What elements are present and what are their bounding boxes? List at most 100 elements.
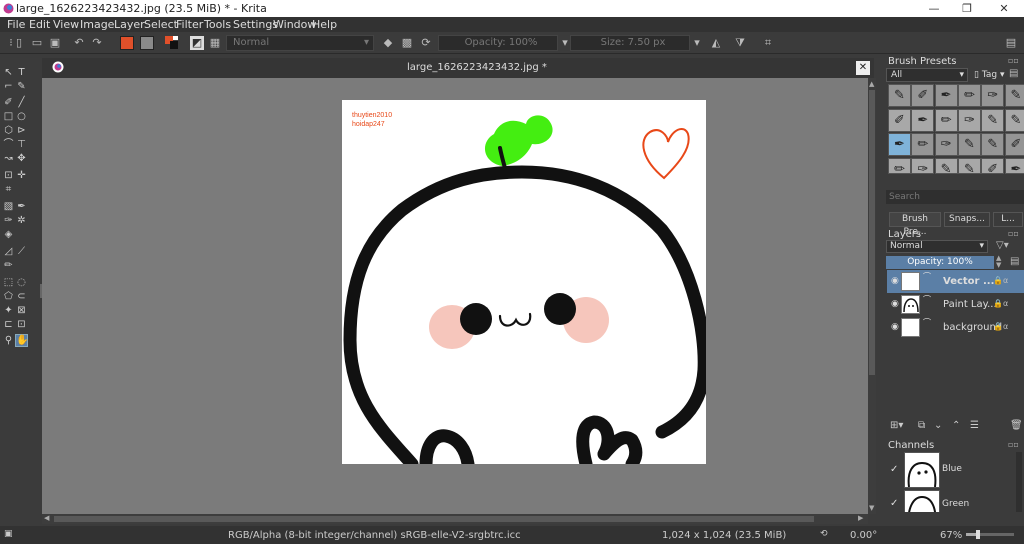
tab-brush-presets[interactable]: Brush Pre... [889, 212, 941, 237]
menu-view[interactable]: View [53, 18, 79, 31]
menu-file[interactable]: File [7, 18, 25, 31]
brush-filter-select[interactable]: All ▾ [886, 68, 968, 82]
eraser-mode-icon[interactable]: ◆ [381, 36, 395, 50]
brush-preset-item[interactable]: ✑ [934, 133, 958, 156]
menu-help[interactable]: Help [312, 18, 337, 31]
brush-preset-item[interactable]: ✎ [957, 157, 981, 174]
bezier-selection-tool-icon[interactable]: ⊏ [3, 319, 14, 330]
transform-tool-icon[interactable]: ⊡ [3, 170, 14, 181]
color-swap-icon[interactable] [165, 36, 179, 50]
preserve-alpha-icon[interactable]: ▩ [400, 36, 414, 50]
multibrush-tool-icon[interactable]: ✥ [16, 153, 27, 164]
reference-images-tool-icon[interactable]: ✏ [3, 260, 14, 271]
scroll-left-icon[interactable]: ◀ [44, 514, 49, 522]
freehand-path-tool-icon[interactable]: ⊤ [16, 139, 27, 150]
vertical-scrollbar[interactable]: ▲ ▼ [868, 78, 876, 514]
layer-row-vector[interactable]: ◉ ⌒ Vector ... 🔒α [887, 270, 1024, 293]
contiguous-selection-tool-icon[interactable]: ✦ [3, 305, 14, 316]
brush-preset-item[interactable]: ✐ [888, 108, 911, 132]
save-document-icon[interactable]: ▣ [48, 36, 62, 50]
visibility-eye-icon[interactable]: ◉ [891, 299, 899, 309]
mirror-vertical-icon[interactable]: ⧩ [733, 36, 747, 50]
assistant-tool-icon[interactable]: ◿ [3, 246, 14, 257]
layer-row-paint[interactable]: ◉ ⌒ Paint Lay... 🔒α [887, 293, 1024, 316]
menu-settings[interactable]: Settings [233, 18, 278, 31]
brush-preset-item[interactable]: ✒ [934, 84, 958, 107]
brush-preset-item[interactable]: ✑ [957, 108, 981, 132]
layer-name[interactable]: Paint Lay... [943, 299, 997, 310]
brush-preset-item[interactable]: ✐ [981, 157, 1005, 174]
brush-preset-item[interactable]: ✒ [1004, 157, 1024, 174]
layers-docker-float-icon[interactable]: ▫▫ [1008, 229, 1019, 238]
brush-search-input[interactable]: Search [886, 190, 1024, 204]
brush-preset-item[interactable]: ✎ [1004, 108, 1024, 132]
wrap-around-icon[interactable]: ⌗ [761, 36, 775, 50]
layer-options-icon[interactable]: ☰ [970, 420, 979, 431]
document-tab-title[interactable]: large_1626223423432.jpg * [407, 62, 547, 73]
workspace-chooser-icon[interactable]: ▤ [1004, 36, 1018, 50]
brush-preset-item[interactable]: ✐ [1004, 133, 1024, 156]
dynamic-brush-tool-icon[interactable]: ↝ [3, 153, 14, 164]
line-tool-icon[interactable]: ╱ [16, 97, 27, 108]
text-tool-icon[interactable]: T [16, 67, 27, 78]
layer-lock-icon[interactable]: 🔒α [993, 322, 1008, 331]
select-shapes-tool-icon[interactable]: ↖ [3, 67, 14, 78]
pattern-preset-icon[interactable]: ▦ [208, 36, 222, 50]
visibility-eye-icon[interactable]: ◉ [891, 322, 899, 332]
visibility-eye-icon[interactable]: ◉ [891, 276, 899, 286]
menu-edit[interactable]: Edit [29, 18, 50, 31]
brush-preset-item[interactable]: ✏ [934, 108, 958, 132]
menu-layer[interactable]: Layer [114, 18, 145, 31]
blend-mode-select[interactable]: Normal ▾ [226, 35, 374, 51]
brush-preset-item[interactable]: ✎ [957, 133, 981, 156]
layer-filter-icon[interactable]: ▽▾ [996, 240, 1009, 251]
menu-tools[interactable]: Tools [204, 18, 231, 31]
channels-scrollbar[interactable] [1016, 452, 1022, 512]
brush-preset-item[interactable]: ✎ [888, 84, 911, 107]
brush-preset-item[interactable]: ✑ [981, 84, 1005, 107]
redo-icon[interactable]: ↷ [90, 36, 104, 50]
freehand-selection-tool-icon[interactable]: ⊂ [16, 291, 27, 302]
zoom-slider[interactable] [966, 530, 1014, 539]
ellipse-tool-icon[interactable]: ○ [16, 111, 27, 122]
brush-preset-item[interactable]: ✎ [934, 157, 958, 174]
rectangular-selection-tool-icon[interactable]: ⬚ [3, 277, 14, 288]
background-color-swatch[interactable] [140, 36, 154, 50]
layer-blend-mode-select[interactable]: Normal ▾ [886, 240, 988, 253]
similar-selection-tool-icon[interactable]: ⊠ [16, 305, 27, 316]
rectangle-tool-icon[interactable]: □ [3, 111, 14, 122]
maximize-button[interactable]: ❐ [953, 1, 981, 16]
close-document-button[interactable]: ✕ [856, 61, 870, 75]
new-document-icon[interactable]: ▯ [12, 36, 26, 50]
layer-name[interactable]: Vector ... [943, 276, 994, 287]
duplicate-layer-icon[interactable]: ⧉ [918, 420, 925, 431]
crop-tool-icon[interactable]: ⌗ [3, 184, 14, 195]
foreground-color-swatch[interactable] [120, 36, 134, 50]
brush-preset-item[interactable]: ✑ [911, 157, 935, 174]
scroll-down-icon[interactable]: ▼ [869, 504, 874, 512]
menu-image[interactable]: Image [80, 18, 114, 31]
brush-view-options-icon[interactable]: ▤ [1009, 68, 1018, 79]
layer-lock-icon[interactable]: 🔒α [993, 276, 1008, 285]
measure-tool-icon[interactable]: ⟋ [16, 246, 27, 257]
elliptical-selection-tool-icon[interactable]: ◌ [16, 277, 27, 288]
layer-row-background[interactable]: ◉ ⌒ background 🔒α [887, 316, 1024, 339]
tag-button[interactable]: ▯ Tag ▾ [974, 68, 1006, 82]
brush-preset-item[interactable]: ✏ [888, 157, 911, 174]
brush-preset-item[interactable]: ✎ [981, 133, 1005, 156]
polygon-tool-icon[interactable]: ⬡ [3, 125, 14, 136]
polygonal-selection-tool-icon[interactable]: ⬠ [3, 291, 14, 302]
opacity-spin-icon[interactable]: ▲ ▼ [996, 255, 1001, 269]
menu-filter[interactable]: Filter [176, 18, 203, 31]
smart-patch-tool-icon[interactable]: ✲ [16, 215, 27, 226]
magnetic-selection-tool-icon[interactable]: ⊡ [16, 319, 27, 330]
brush-preset-item[interactable]: ✏ [911, 133, 935, 156]
size-lock-icon[interactable]: ▾ [690, 36, 704, 50]
channel-row-green[interactable]: ✓ Green [886, 490, 1016, 512]
brush-preset-item[interactable]: ✏ [957, 84, 981, 107]
scroll-up-icon[interactable]: ▲ [869, 80, 874, 88]
reload-preset-icon[interactable]: ⟳ [419, 36, 433, 50]
brush-preset-item[interactable]: ✐ [911, 84, 935, 107]
zoom-slider-handle[interactable] [976, 530, 980, 539]
channel-row-blue[interactable]: ✓ Blue [886, 452, 1016, 488]
